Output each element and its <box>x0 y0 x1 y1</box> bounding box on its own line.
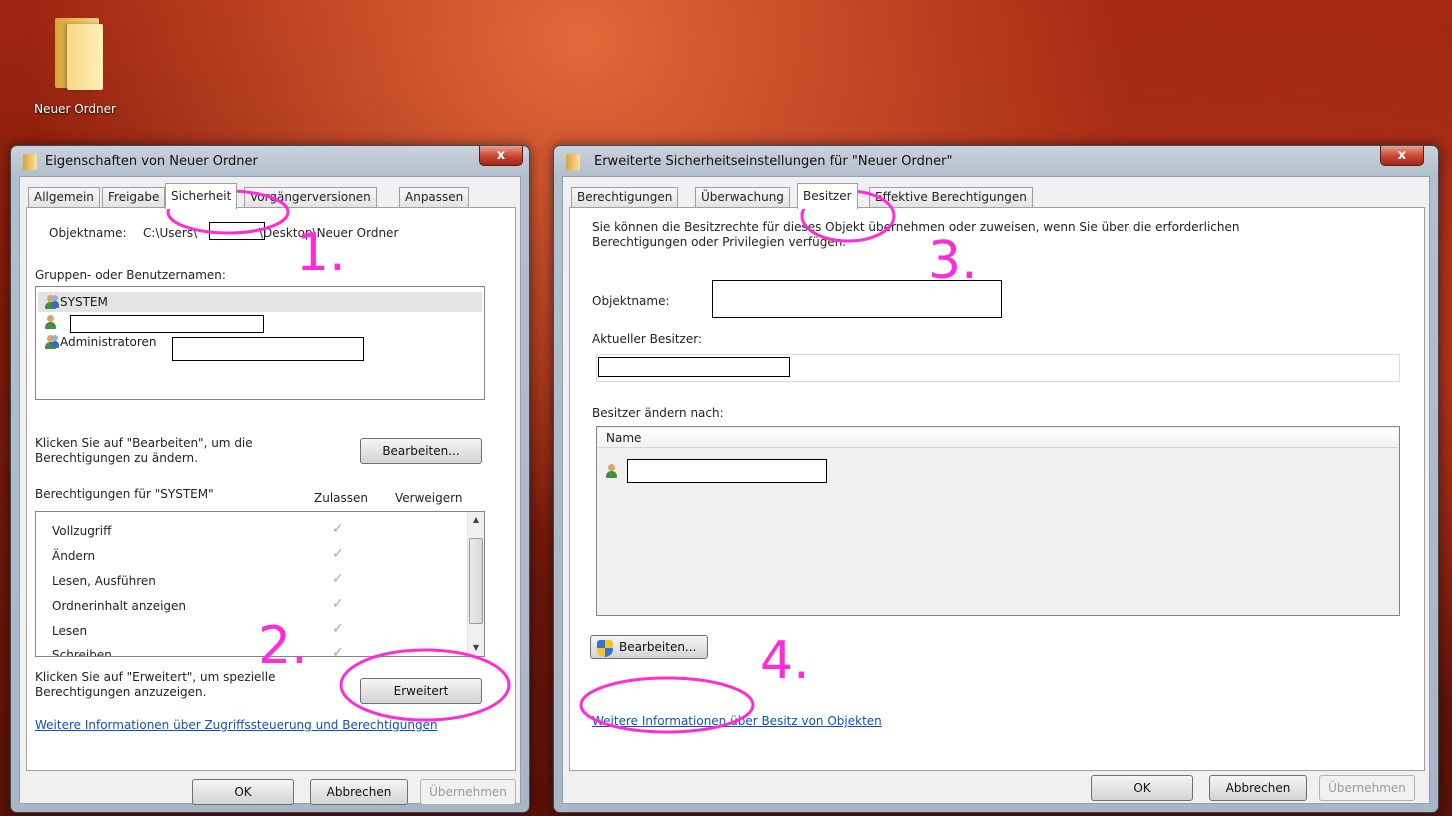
permission-name: Lesen <box>52 624 88 638</box>
ok-button[interactable]: OK <box>1091 775 1193 801</box>
redacted-object-name <box>712 280 1002 318</box>
tab-effektive-berechtigungen[interactable]: Effektive Berechtigungen <box>869 187 1033 208</box>
window-title: Eigenschaften von Neuer Ordner <box>45 154 258 169</box>
group-name: SYSTEM <box>60 295 108 309</box>
properties-titlebar[interactable]: Eigenschaften von Neuer Ordner x <box>11 146 529 176</box>
redacted-current-owner <box>598 357 790 377</box>
tab-allgemein[interactable]: Allgemein <box>28 187 100 208</box>
close-button[interactable]: x <box>479 146 523 166</box>
groups-label: Gruppen- oder Benutzernamen: <box>35 268 226 282</box>
permissions-label: Berechtigungen für "SYSTEM" <box>35 487 214 501</box>
properties-window: Eigenschaften von Neuer Ordner x Allgeme… <box>10 145 530 813</box>
group-name: Administratoren <box>60 335 157 349</box>
permission-name: Ändern <box>52 549 96 563</box>
apply-button[interactable]: Übernehmen <box>1319 775 1415 801</box>
owner-intro: Sie können die Besitzrechte für dieses O… <box>592 220 1240 249</box>
redacted-admin-owner <box>172 337 364 361</box>
tab-freigabe[interactable]: Freigabe <box>102 187 166 208</box>
folder-icon <box>45 14 105 92</box>
tab-ueberwachung[interactable]: Überwachung <box>695 187 790 208</box>
tab-besitzer[interactable]: Besitzer <box>797 183 858 209</box>
object-path-prefix: C:\Users\ <box>143 226 198 240</box>
checkmark-icon: ✓ <box>332 645 344 657</box>
group-icon <box>44 335 59 349</box>
cancel-button[interactable]: Abbrechen <box>1209 775 1307 801</box>
checkmark-icon: ✓ <box>332 521 344 537</box>
ok-button[interactable]: OK <box>192 779 294 805</box>
properties-client: Allgemein Freigabe Sicherheit Vorgängerv… <box>19 176 521 805</box>
advanced-button[interactable]: Erweitert <box>360 678 482 704</box>
user-icon <box>44 315 58 329</box>
edit-owner-button[interactable]: Bearbeiten... <box>590 635 708 659</box>
scroll-down-arrow-icon[interactable]: ▼ <box>468 640 484 656</box>
close-button[interactable]: x <box>1380 146 1424 166</box>
permission-name: Vollzugriff <box>52 524 112 538</box>
redacted-username <box>209 222 265 240</box>
checkmark-icon: ✓ <box>332 546 344 562</box>
window-title: Erweiterte Sicherheitseinstellungen für … <box>594 154 953 169</box>
cancel-button[interactable]: Abbrechen <box>310 779 408 805</box>
object-name-label: Objektname: <box>49 226 127 240</box>
permission-name: Schreiben <box>52 648 112 657</box>
deny-column-header: Verweigern <box>395 491 463 505</box>
permission-name: Ordnerinhalt anzeigen <box>52 599 187 613</box>
permissions-scrollbar[interactable]: ▲ ▼ <box>467 512 484 656</box>
edit-button[interactable]: Bearbeiten... <box>360 438 482 464</box>
advanced-security-window: Erweiterte Sicherheitseinstellungen für … <box>553 145 1439 813</box>
advanced-titlebar[interactable]: Erweiterte Sicherheitseinstellungen für … <box>554 146 1438 176</box>
scroll-thumb[interactable] <box>469 538 483 624</box>
advanced-client: Berechtigungen Überwachung Besitzer Effe… <box>562 176 1430 804</box>
advanced-hint: Klicken Sie auf "Erweitert", um speziell… <box>35 670 276 699</box>
desktop-folder-label: Neuer Ordner <box>34 102 116 116</box>
checkmark-icon: ✓ <box>332 621 344 637</box>
checkmark-icon: ✓ <box>332 571 344 587</box>
groups-list: SYSTEM Administratoren <box>35 286 485 400</box>
edit-hint: Klicken Sie auf "Bearbeiten", um die Ber… <box>35 436 253 465</box>
permission-name: Lesen, Ausführen <box>52 574 156 588</box>
ownership-info-link[interactable]: Weitere Informationen über Besitz von Ob… <box>592 714 882 728</box>
folder-icon <box>566 154 580 170</box>
group-icon <box>44 295 59 309</box>
owner-candidates-list: Name <box>596 426 1400 616</box>
change-owner-label: Besitzer ändern nach: <box>592 406 724 420</box>
tab-vorgaengerversionen[interactable]: Vorgängerversionen <box>244 187 377 208</box>
name-column-header[interactable]: Name <box>598 428 1398 448</box>
allow-column-header: Zulassen <box>314 491 369 505</box>
redacted-user <box>70 315 264 333</box>
edit-owner-button-label: Bearbeiten... <box>619 640 697 654</box>
permissions-list: Vollzugriff ✓ Ändern ✓ Lesen, Ausführen … <box>35 511 485 657</box>
desktop-folder-icon[interactable]: Neuer Ordner <box>20 14 130 116</box>
apply-button[interactable]: Übernehmen <box>420 779 516 805</box>
checkmark-icon: ✓ <box>332 596 344 612</box>
scroll-up-arrow-icon[interactable]: ▲ <box>468 512 484 528</box>
redacted-candidate <box>627 459 827 483</box>
folder-icon <box>23 154 37 170</box>
security-panel: Objektname: C:\Users\ \Desktop\Neuer Ord… <box>26 207 516 771</box>
object-name-label: Objektname: <box>592 294 670 308</box>
current-owner-label: Aktueller Besitzer: <box>592 332 703 346</box>
tab-berechtigungen[interactable]: Berechtigungen <box>571 187 679 208</box>
tab-anpassen[interactable]: Anpassen <box>399 187 470 208</box>
uac-shield-icon <box>597 640 613 657</box>
access-control-info-link[interactable]: Weitere Informationen über Zugriffssteue… <box>35 718 438 732</box>
owner-panel: Sie können die Besitzrechte für dieses O… <box>569 207 1425 771</box>
tab-sicherheit[interactable]: Sicherheit <box>165 183 238 209</box>
group-row-system[interactable]: SYSTEM <box>38 292 482 312</box>
user-icon <box>605 464 619 478</box>
object-path-suffix: \Desktop\Neuer Ordner <box>259 226 399 240</box>
